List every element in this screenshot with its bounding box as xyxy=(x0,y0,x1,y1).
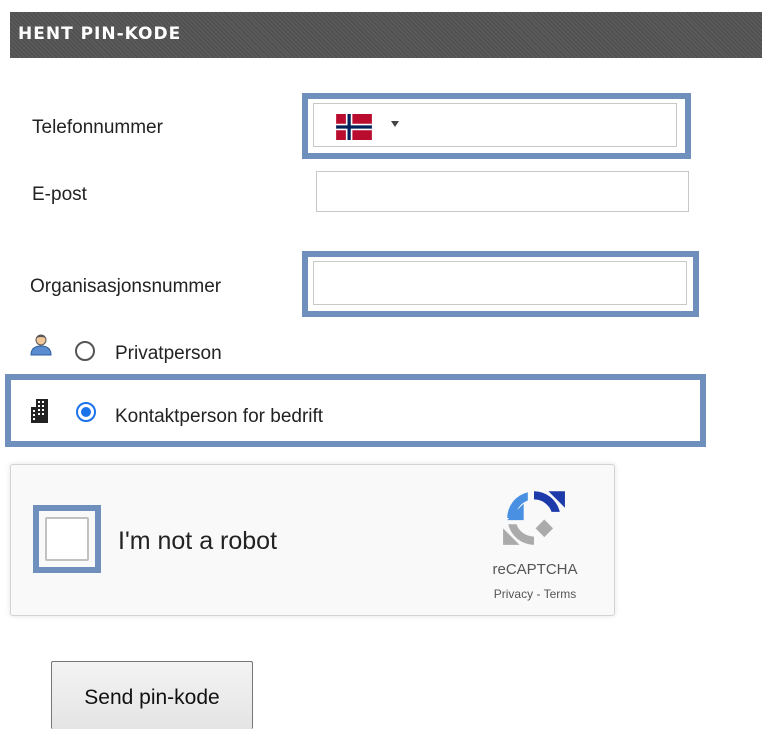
captcha-checkbox[interactable] xyxy=(45,517,89,561)
company-option-highlight xyxy=(5,374,706,447)
radio-company-contact[interactable] xyxy=(76,402,96,422)
recaptcha-logo-icon xyxy=(503,491,565,545)
captcha-checkbox-highlight xyxy=(33,505,101,573)
phone-label: Telefonnummer xyxy=(32,117,163,138)
terms-link[interactable]: Terms xyxy=(544,587,577,601)
privacy-link[interactable]: Privacy xyxy=(494,587,533,601)
send-pin-button[interactable]: Send pin-kode xyxy=(51,661,253,729)
recaptcha-brand: reCAPTCHA xyxy=(492,561,578,578)
section-title: HENT PIN-KODE xyxy=(18,24,182,44)
company-contact-label: Kontaktperson for bedrift xyxy=(115,406,324,427)
email-label: E-post xyxy=(32,184,87,205)
phone-input[interactable] xyxy=(313,103,677,147)
section-header: HENT PIN-KODE xyxy=(10,12,762,58)
chevron-down-icon[interactable] xyxy=(391,121,399,127)
recaptcha-widget: I'm not a robot reCAPTCHA Privacy - Term… xyxy=(10,464,615,616)
privatperson-label: Privatperson xyxy=(115,343,222,364)
person-icon xyxy=(30,334,52,356)
email-field[interactable] xyxy=(316,171,689,212)
radio-privatperson[interactable] xyxy=(75,341,95,361)
norway-flag-icon[interactable] xyxy=(334,114,374,140)
captcha-label: I'm not a robot xyxy=(118,527,278,555)
org-number-label: Organisasjonsnummer xyxy=(30,276,222,297)
link-separator: - xyxy=(533,587,544,601)
building-icon xyxy=(31,399,48,423)
recaptcha-links: Privacy - Terms xyxy=(473,587,597,601)
org-number-field[interactable] xyxy=(313,261,687,305)
